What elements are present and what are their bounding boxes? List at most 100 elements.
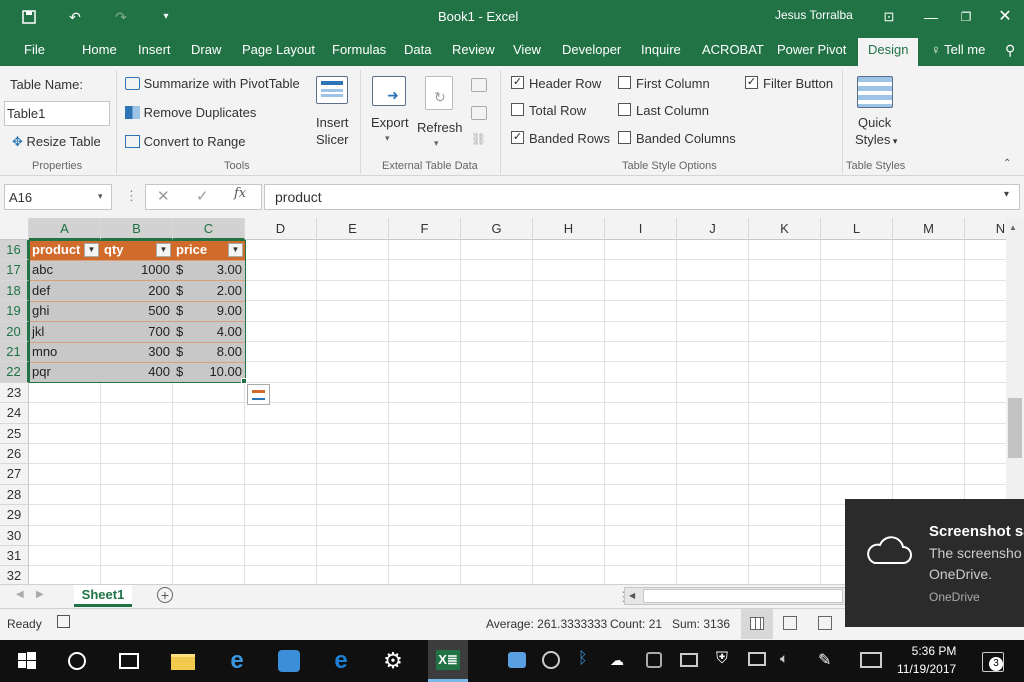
horizontal-scrollbar[interactable]: ◀ [624, 587, 846, 605]
close-icon[interactable]: ✕ [994, 6, 1016, 28]
column-header-n[interactable]: N [965, 218, 1006, 240]
properties-icon[interactable] [471, 78, 487, 92]
sync-tray-icon[interactable] [542, 651, 560, 669]
tab-insert[interactable]: Insert [138, 42, 171, 57]
tab-page-layout[interactable]: Page Layout [242, 42, 315, 57]
new-sheet-icon[interactable]: + [157, 587, 173, 603]
column-header-i[interactable]: I [605, 218, 677, 240]
tell-me-search[interactable]: ♀ Tell me [931, 42, 985, 57]
pen-ink-icon[interactable]: ✎ [818, 650, 840, 672]
column-header-f[interactable]: F [389, 218, 461, 240]
dropbox-tray-icon[interactable] [646, 652, 662, 668]
touch-keyboard-icon[interactable] [860, 652, 882, 668]
row-header-24[interactable]: 24 [0, 403, 29, 424]
battery-icon[interactable] [680, 653, 698, 667]
scroll-left-icon[interactable]: ◀ [629, 591, 635, 600]
tab-formulas[interactable]: Formulas [332, 42, 386, 57]
scrollbar-thumb[interactable] [1008, 398, 1022, 458]
open-in-browser-icon[interactable] [471, 106, 487, 120]
cancel-icon[interactable]: ✕ [157, 187, 170, 205]
clock-time[interactable]: 5:36 PM [904, 644, 964, 658]
name-box[interactable]: A16 [4, 184, 112, 210]
tab-file[interactable]: File [24, 42, 45, 57]
row-header-30[interactable]: 30 [0, 525, 29, 546]
windows-start-icon[interactable] [14, 648, 40, 674]
excel-taskbar-button[interactable]: X≣ [428, 640, 468, 682]
unlink-icon[interactable]: ⛓ [471, 132, 487, 146]
onedrive-tray-icon[interactable]: ☁ [610, 652, 632, 668]
user-name[interactable]: Jesus Torralba [775, 8, 853, 22]
expand-formula-icon[interactable]: ▾ [1004, 189, 1009, 200]
next-sheet-icon[interactable]: ▶ [36, 589, 44, 600]
row-header-20[interactable]: 20 [0, 321, 29, 342]
row-header-23[interactable]: 23 [0, 382, 29, 404]
tab-data[interactable]: Data [404, 42, 431, 57]
row-header-31[interactable]: 31 [0, 546, 29, 567]
save-icon[interactable] [18, 6, 40, 28]
column-header-e[interactable]: E [317, 218, 389, 240]
column-header-g[interactable]: G [461, 218, 533, 240]
insert-function-icon[interactable]: fx [234, 186, 246, 201]
page-break-view-icon[interactable] [818, 616, 832, 630]
convert-to-range-button[interactable]: Convert to Range [125, 134, 246, 149]
column-header-j[interactable]: J [677, 218, 749, 240]
tab-review[interactable]: Review [452, 42, 495, 57]
row-header-29[interactable]: 29 [0, 505, 29, 526]
row-header-19[interactable]: 19 [0, 301, 29, 322]
row-header-22[interactable]: 22 [0, 362, 29, 383]
tab-inquire[interactable]: Inquire [641, 42, 681, 57]
resize-table-button[interactable]: ✥ Resize Table [12, 134, 101, 150]
column-header-m[interactable]: M [893, 218, 965, 240]
row-header-28[interactable]: 28 [0, 484, 29, 506]
column-header-a[interactable]: A [29, 218, 101, 240]
select-all-corner[interactable] [0, 218, 29, 240]
row-header-26[interactable]: 26 [0, 444, 29, 465]
row-header-32[interactable]: 32 [0, 566, 29, 584]
quick-analysis-icon[interactable] [247, 384, 270, 405]
customize-quick-access-icon[interactable]: ▾ [155, 6, 177, 28]
sheet-tab-sheet1[interactable]: Sheet1 [74, 585, 132, 607]
internet-explorer-icon[interactable]: e [224, 648, 250, 674]
tab-view[interactable]: View [513, 42, 541, 57]
prev-sheet-icon[interactable]: ◀ [16, 589, 24, 600]
row-header-17[interactable]: 17 [0, 260, 29, 281]
settings-gear-icon[interactable]: ⚙ [380, 648, 406, 674]
row-header-21[interactable]: 21 [0, 342, 29, 363]
scroll-up-icon[interactable]: ▲ [1009, 223, 1017, 232]
remove-duplicates-button[interactable]: Remove Duplicates [125, 105, 256, 120]
tab-draw[interactable]: Draw [191, 42, 221, 57]
remote-desktop-icon[interactable] [276, 648, 302, 674]
restore-icon[interactable]: ❐ [955, 6, 977, 28]
summarize-pivottable-button[interactable]: Summarize with PivotTable [125, 76, 300, 91]
row-header-18[interactable]: 18 [0, 280, 29, 302]
tab-developer[interactable]: Developer [562, 42, 621, 57]
column-header-h[interactable]: H [533, 218, 605, 240]
tab-home[interactable]: Home [82, 42, 117, 57]
collapse-ribbon-icon[interactable]: ⌃ [1003, 158, 1011, 169]
share-person-icon[interactable]: ⚲ [1005, 42, 1015, 59]
macro-record-icon[interactable] [57, 615, 70, 628]
page-layout-view-icon[interactable] [783, 616, 797, 630]
cortana-icon[interactable] [64, 648, 90, 674]
row-header-16[interactable]: 16 [0, 240, 29, 261]
column-header-b[interactable]: B [101, 218, 173, 240]
normal-view-button[interactable] [741, 609, 773, 639]
onedrive-toast-notification[interactable]: Screenshot sa The screensho OneDrive. On… [845, 499, 1024, 627]
undo-icon[interactable]: ↶ [64, 6, 86, 28]
display-tray-icon[interactable] [748, 652, 766, 666]
column-header-c[interactable]: C [173, 218, 245, 240]
horizontal-scrollbar-thumb[interactable] [643, 589, 843, 603]
file-explorer-icon[interactable] [170, 648, 196, 674]
security-shield-icon[interactable]: ⛨ [716, 650, 732, 670]
tab-power-pivot[interactable]: Power Pivot [777, 42, 846, 57]
task-view-icon[interactable] [116, 648, 142, 674]
tab-design[interactable]: Design [858, 38, 919, 66]
enter-check-icon[interactable]: ✓ [196, 187, 209, 205]
row-header-25[interactable]: 25 [0, 423, 29, 444]
column-header-d[interactable]: D [245, 218, 317, 240]
minimize-icon[interactable]: — [920, 6, 942, 28]
edge-icon[interactable]: e [328, 648, 354, 674]
formula-input[interactable]: product [264, 184, 1020, 210]
name-box-dropdown-icon[interactable]: ▾ [98, 191, 103, 202]
clock-date[interactable]: 11/19/2017 [897, 662, 956, 676]
